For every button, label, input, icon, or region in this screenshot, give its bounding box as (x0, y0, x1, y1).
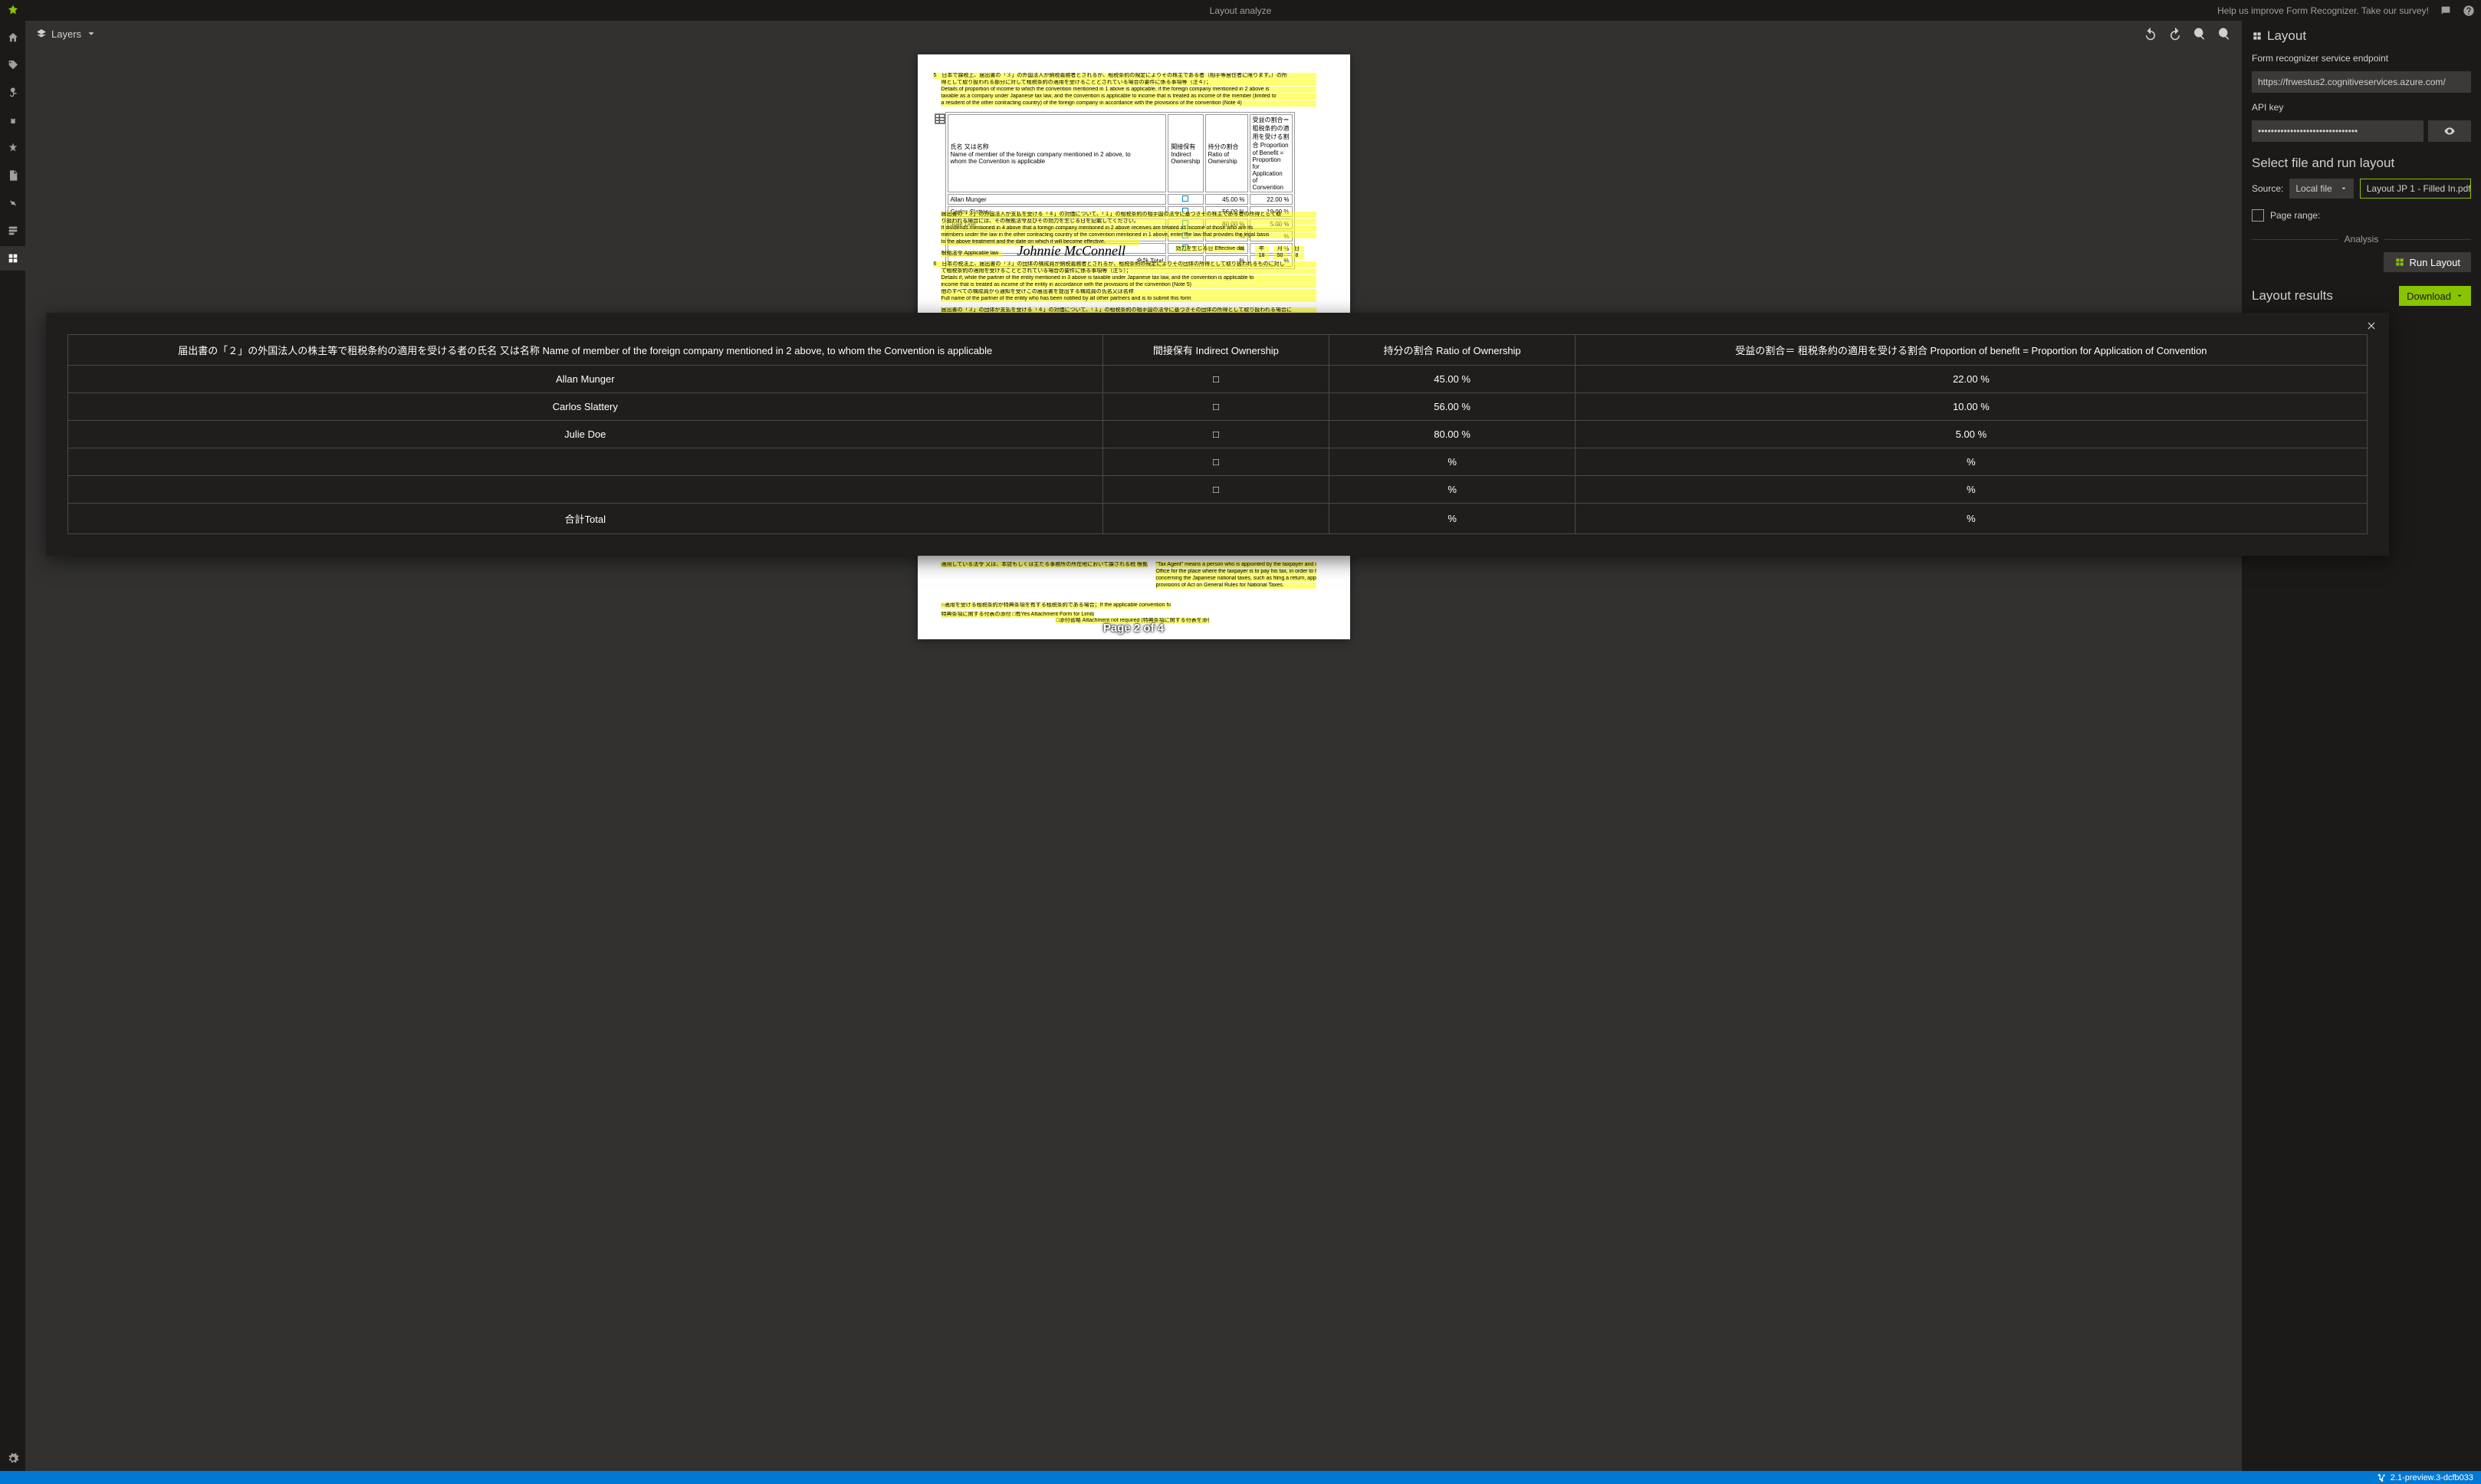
eye-icon (2443, 125, 2456, 137)
canvas-toolbar: Layers (25, 21, 2242, 47)
signature-text: Johnnie McConnell (1017, 243, 1125, 259)
document-viewport[interactable]: 5 日本で課税上、届出書の「３」の外国法人が納税義務者とされるが、租税条約の規定… (25, 47, 2242, 1471)
apikey-input[interactable] (2252, 120, 2423, 142)
nav-predict[interactable] (0, 136, 25, 160)
panel-title: Layout (2252, 28, 2471, 44)
help-icon[interactable] (2463, 5, 2475, 17)
chevron-down-icon (2456, 292, 2463, 300)
source-select[interactable]: Local file (2289, 179, 2353, 199)
chevron-down-icon (2340, 185, 2348, 192)
col-indirect-header: 間接保有 Indirect Ownership (1102, 335, 1329, 366)
page-range-label: Page range: (2270, 210, 2320, 221)
nav-prebuilt[interactable] (0, 218, 25, 243)
col-benefit-header: 受益の割合＝ 租税条約の適用を受ける割合 Proportion of benef… (1575, 335, 2367, 366)
version-text: 2.1-preview.3-dcfb033 (2391, 1473, 2473, 1482)
apikey-label: API key (2252, 102, 2471, 113)
survey-link[interactable]: Help us improve Form Recognizer. Take ou… (2217, 5, 2429, 16)
analysis-divider: Analysis (2252, 234, 2471, 245)
undo-icon[interactable] (2144, 27, 2157, 41)
nav-compose[interactable] (0, 163, 25, 188)
table-row: Allan Munger□45.00 %22.00 % (68, 366, 2368, 393)
zoom-in-icon[interactable] (2217, 27, 2231, 41)
zoom-out-icon[interactable] (2193, 27, 2207, 41)
source-label: Source: (2252, 183, 2283, 194)
download-button[interactable]: Download (2399, 286, 2471, 306)
results-heading: Layout results (2252, 288, 2333, 304)
endpoint-input[interactable] (2252, 71, 2471, 93)
col-ratio-header: 持分の割合 Ratio of Ownership (1329, 335, 1576, 366)
status-bar: 2.1-preview.3-dcfb033 (0, 1471, 2481, 1484)
redo-icon[interactable] (2168, 27, 2182, 41)
table-row: Carlos Slattery□56.00 %10.00 % (68, 393, 2368, 421)
extracted-table: 届出書の「２」の外国法人の株主等で租税条約の適用を受ける者の氏名 又は名称 Na… (67, 334, 2368, 534)
top-bar: Layout analyze Help us improve Form Reco… (0, 0, 2481, 21)
close-icon (2366, 320, 2377, 331)
table-row: Julie Doe□80.00 %5.00 % (68, 421, 2368, 448)
layers-button[interactable]: Layers (36, 28, 97, 40)
layers-label: Layers (51, 28, 81, 40)
select-file-heading: Select file and run layout (2252, 156, 2471, 171)
page-title: Layout analyze (1210, 5, 1272, 16)
file-selector[interactable]: Layout JP 1 - Filled In.pdf (2360, 179, 2471, 199)
nav-train[interactable] (0, 108, 25, 133)
page-range-checkbox[interactable] (2252, 209, 2264, 222)
app-logo-icon (6, 4, 20, 18)
table-row: □%% (68, 448, 2368, 476)
table-preview-panel: 届出書の「２」の外国法人の株主等で租税条約の適用を受ける者の氏名 又は名称 Na… (46, 313, 2389, 556)
layout-icon (2252, 31, 2262, 41)
side-nav (0, 21, 25, 1471)
nav-home[interactable] (0, 25, 25, 50)
main-layout: Layers 5 日本で課税上、届出書の「３」の外国法人が納税義務者とされるが、… (0, 21, 2481, 1471)
page-indicator: Page 2 of 4 (1103, 622, 1164, 635)
endpoint-label: Form recognizer service endpoint (2252, 53, 2471, 64)
play-icon (2394, 257, 2405, 268)
branch-icon (2377, 1473, 2386, 1482)
col-name-header: 届出書の「２」の外国法人の株主等で租税条約の適用を受ける者の氏名 又は名称 Na… (68, 335, 1103, 366)
reveal-key-button[interactable] (2428, 120, 2471, 142)
nav-layout[interactable] (0, 246, 25, 271)
feedback-icon[interactable] (2440, 5, 2452, 17)
table-row: 合計Total%% (68, 504, 2368, 534)
nav-model[interactable] (0, 80, 25, 105)
right-panel: Layout Form recognizer service endpoint … (2242, 21, 2481, 1471)
nav-connect[interactable] (0, 191, 25, 215)
nav-settings[interactable] (0, 1446, 25, 1471)
run-layout-button[interactable]: Run Layout (2384, 252, 2472, 272)
canvas-area: Layers 5 日本で課税上、届出書の「３」の外国法人が納税義務者とされるが、… (25, 21, 2242, 1471)
nav-tag[interactable] (0, 53, 25, 77)
table-row: □%% (68, 476, 2368, 504)
chevron-down-icon (86, 28, 97, 39)
close-button[interactable] (2366, 320, 2378, 333)
